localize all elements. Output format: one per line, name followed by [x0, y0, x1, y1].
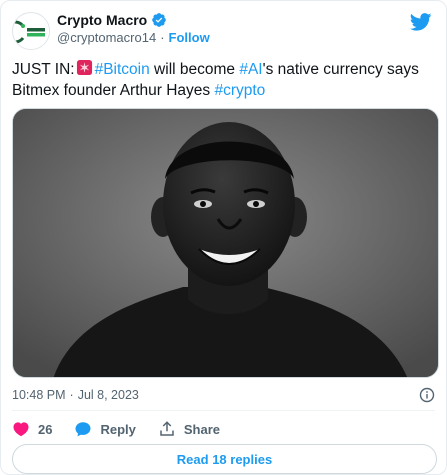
siren-icon: [76, 59, 93, 76]
action-bar: 26 Reply Share: [12, 419, 242, 439]
tweet-photo[interactable]: [12, 108, 439, 378]
divider: [12, 410, 435, 411]
heart-icon: [13, 422, 29, 437]
info-icon[interactable]: [419, 387, 435, 403]
verified-badge-icon: [151, 12, 167, 28]
tweet-time: 10:48 PM: [12, 388, 66, 402]
hashtag-ai[interactable]: #AI: [239, 61, 262, 78]
tweet-timestamp[interactable]: 10:48 PM · Jul 8, 2023: [12, 387, 139, 403]
avatar[interactable]: [12, 12, 50, 50]
like-count: 26: [38, 421, 53, 437]
hashtag-bitcoin[interactable]: #Bitcoin: [95, 61, 150, 78]
tweet-text-part-1: will become: [149, 61, 240, 78]
like-button[interactable]: 26: [12, 420, 52, 438]
reply-label: Reply: [100, 421, 136, 437]
share-icon: [160, 421, 174, 436]
follow-button[interactable]: Follow: [169, 30, 210, 45]
twitter-bird-icon[interactable]: [410, 13, 432, 31]
author-name-row: Crypto Macro: [57, 11, 167, 29]
author-handle[interactable]: @cryptomacro14: [57, 30, 156, 45]
tweet-card: Crypto Macro @cryptomacro14 · Follow JUS…: [0, 0, 447, 475]
portrait-image: [13, 109, 438, 377]
read-replies-button[interactable]: Read 18 replies: [12, 444, 437, 474]
author-display-name[interactable]: Crypto Macro: [57, 12, 147, 28]
author-handle-row: @cryptomacro14 · Follow: [57, 29, 210, 45]
tweet-prefix: JUST IN:: [12, 61, 75, 78]
hashtag-crypto[interactable]: #crypto: [214, 82, 265, 99]
reply-bubble-icon: [75, 422, 91, 437]
timestamp-separator: ·: [69, 388, 74, 402]
reply-button[interactable]: Reply: [74, 420, 136, 438]
tweet-date: Jul 8, 2023: [77, 388, 139, 402]
tweet-text: JUST IN: #Bitcoin will become #AI's nativ…: [12, 59, 442, 101]
share-label: Share: [183, 421, 221, 437]
crypto-macro-logo: [13, 14, 49, 49]
share-button[interactable]: Share: [158, 420, 220, 438]
separator-dot: ·: [160, 29, 165, 45]
